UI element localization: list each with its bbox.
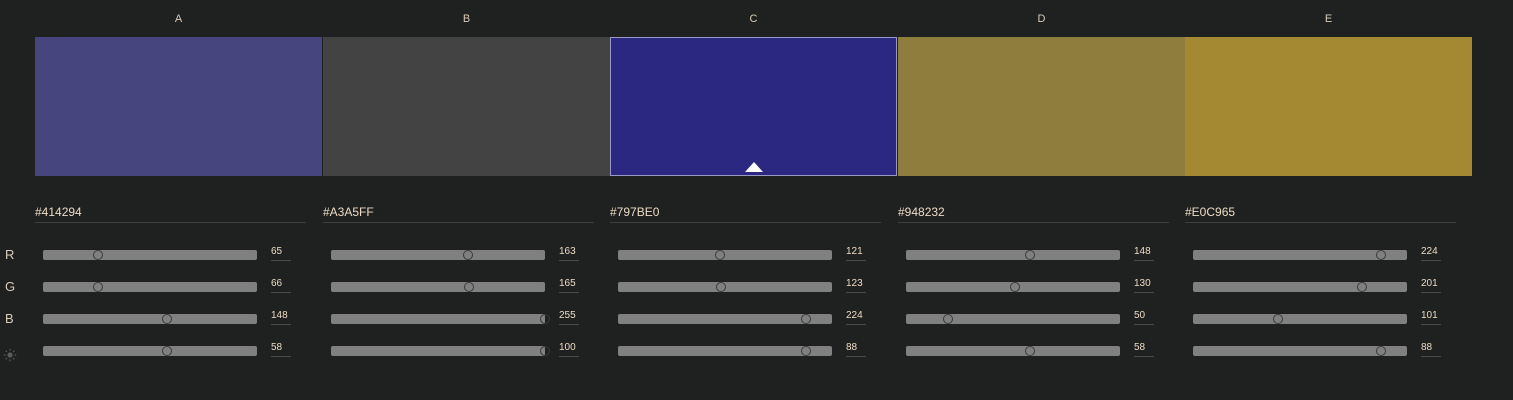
- slider-handle[interactable]: [1272, 314, 1283, 324]
- slider-handle[interactable]: [162, 346, 173, 356]
- slider-r-d[interactable]: [906, 250, 1120, 260]
- column-label-a: A: [174, 13, 183, 25]
- row-label-r: R: [5, 247, 15, 262]
- slider-brightness-a[interactable]: [43, 346, 257, 356]
- slider-brightness-e[interactable]: [1193, 346, 1407, 356]
- slider-handle[interactable]: [1025, 346, 1036, 356]
- color-swatch-b[interactable]: [323, 37, 610, 176]
- color-swatch-c[interactable]: [610, 37, 897, 176]
- slider-handle[interactable]: [942, 314, 953, 324]
- slider-g-c[interactable]: [618, 282, 832, 292]
- slider-handle[interactable]: [801, 346, 812, 356]
- hex-input-a[interactable]: #414294: [35, 205, 306, 223]
- value-input-r-d[interactable]: 148: [1134, 247, 1154, 261]
- value-input-brightness-d[interactable]: 58: [1134, 343, 1154, 357]
- value-input-brightness-b[interactable]: 100: [559, 343, 579, 357]
- value-input-g-c[interactable]: 123: [846, 279, 866, 293]
- value-input-r-c[interactable]: 121: [846, 247, 866, 261]
- color-swatch-e[interactable]: [1185, 37, 1472, 176]
- row-label-g: G: [5, 279, 16, 294]
- hex-input-b[interactable]: #A3A5FF: [323, 205, 594, 223]
- slider-handle[interactable]: [1376, 346, 1387, 356]
- slider-handle[interactable]: [464, 282, 475, 292]
- row-label-b: B: [5, 311, 14, 326]
- slider-g-e[interactable]: [1193, 282, 1407, 292]
- slider-handle[interactable]: [462, 250, 473, 260]
- value-input-b-e[interactable]: 101: [1421, 311, 1441, 325]
- value-input-g-e[interactable]: 201: [1421, 279, 1441, 293]
- value-input-b-d[interactable]: 50: [1134, 311, 1154, 325]
- slider-handle[interactable]: [1010, 282, 1021, 292]
- slider-handle[interactable]: [716, 282, 727, 292]
- slider-handle[interactable]: [1025, 250, 1036, 260]
- slider-b-d[interactable]: [906, 314, 1120, 324]
- slider-r-c[interactable]: [618, 250, 832, 260]
- slider-r-e[interactable]: [1193, 250, 1407, 260]
- slider-g-b[interactable]: [331, 282, 545, 292]
- slider-handle[interactable]: [1375, 250, 1386, 260]
- hex-input-e[interactable]: #E0C965: [1185, 205, 1456, 223]
- value-input-b-b[interactable]: 255: [559, 311, 579, 325]
- value-input-r-b[interactable]: 163: [559, 247, 579, 261]
- slider-g-d[interactable]: [906, 282, 1120, 292]
- column-label-c: C: [749, 13, 758, 25]
- active-swatch-indicator: [744, 162, 763, 172]
- color-swatch-a[interactable]: [35, 37, 322, 176]
- hex-input-d[interactable]: #948232: [898, 205, 1169, 223]
- slider-brightness-b[interactable]: [331, 346, 550, 356]
- slider-handle[interactable]: [714, 250, 725, 260]
- value-input-r-e[interactable]: 224: [1421, 247, 1441, 261]
- value-input-r-a[interactable]: 65: [271, 247, 291, 261]
- value-input-brightness-c[interactable]: 88: [846, 343, 866, 357]
- slider-b-b[interactable]: [331, 314, 550, 324]
- color-swatch-d[interactable]: [898, 37, 1185, 176]
- slider-g-a[interactable]: [43, 282, 257, 292]
- value-input-brightness-a[interactable]: 58: [271, 343, 291, 357]
- slider-brightness-d[interactable]: [906, 346, 1120, 356]
- value-input-g-d[interactable]: 130: [1134, 279, 1154, 293]
- slider-b-c[interactable]: [618, 314, 832, 324]
- slider-handle[interactable]: [93, 282, 104, 292]
- slider-r-b[interactable]: [331, 250, 545, 260]
- slider-r-a[interactable]: [43, 250, 257, 260]
- color-palette-editor: R G B A #414294 65 66 148 58 B #A3A5FF 163 165 255 100…: [0, 0, 1513, 400]
- value-input-g-a[interactable]: 66: [271, 279, 291, 293]
- value-input-brightness-e[interactable]: 88: [1421, 343, 1441, 357]
- slider-b-e[interactable]: [1193, 314, 1407, 324]
- slider-handle[interactable]: [92, 250, 103, 260]
- column-label-e: E: [1324, 13, 1333, 25]
- slider-brightness-c[interactable]: [618, 346, 832, 356]
- value-input-b-c[interactable]: 224: [846, 311, 866, 325]
- column-label-d: D: [1037, 13, 1046, 25]
- value-input-b-a[interactable]: 148: [271, 311, 291, 325]
- slider-handle[interactable]: [800, 314, 811, 324]
- slider-b-a[interactable]: [43, 314, 257, 324]
- slider-handle[interactable]: [540, 314, 550, 324]
- slider-handle[interactable]: [1356, 282, 1367, 292]
- column-label-b: B: [462, 13, 471, 25]
- hex-input-c[interactable]: #797BE0: [610, 205, 881, 223]
- value-input-g-b[interactable]: 165: [559, 279, 579, 293]
- slider-handle[interactable]: [162, 314, 173, 324]
- slider-handle[interactable]: [540, 346, 550, 356]
- brightness-icon: [3, 348, 17, 362]
